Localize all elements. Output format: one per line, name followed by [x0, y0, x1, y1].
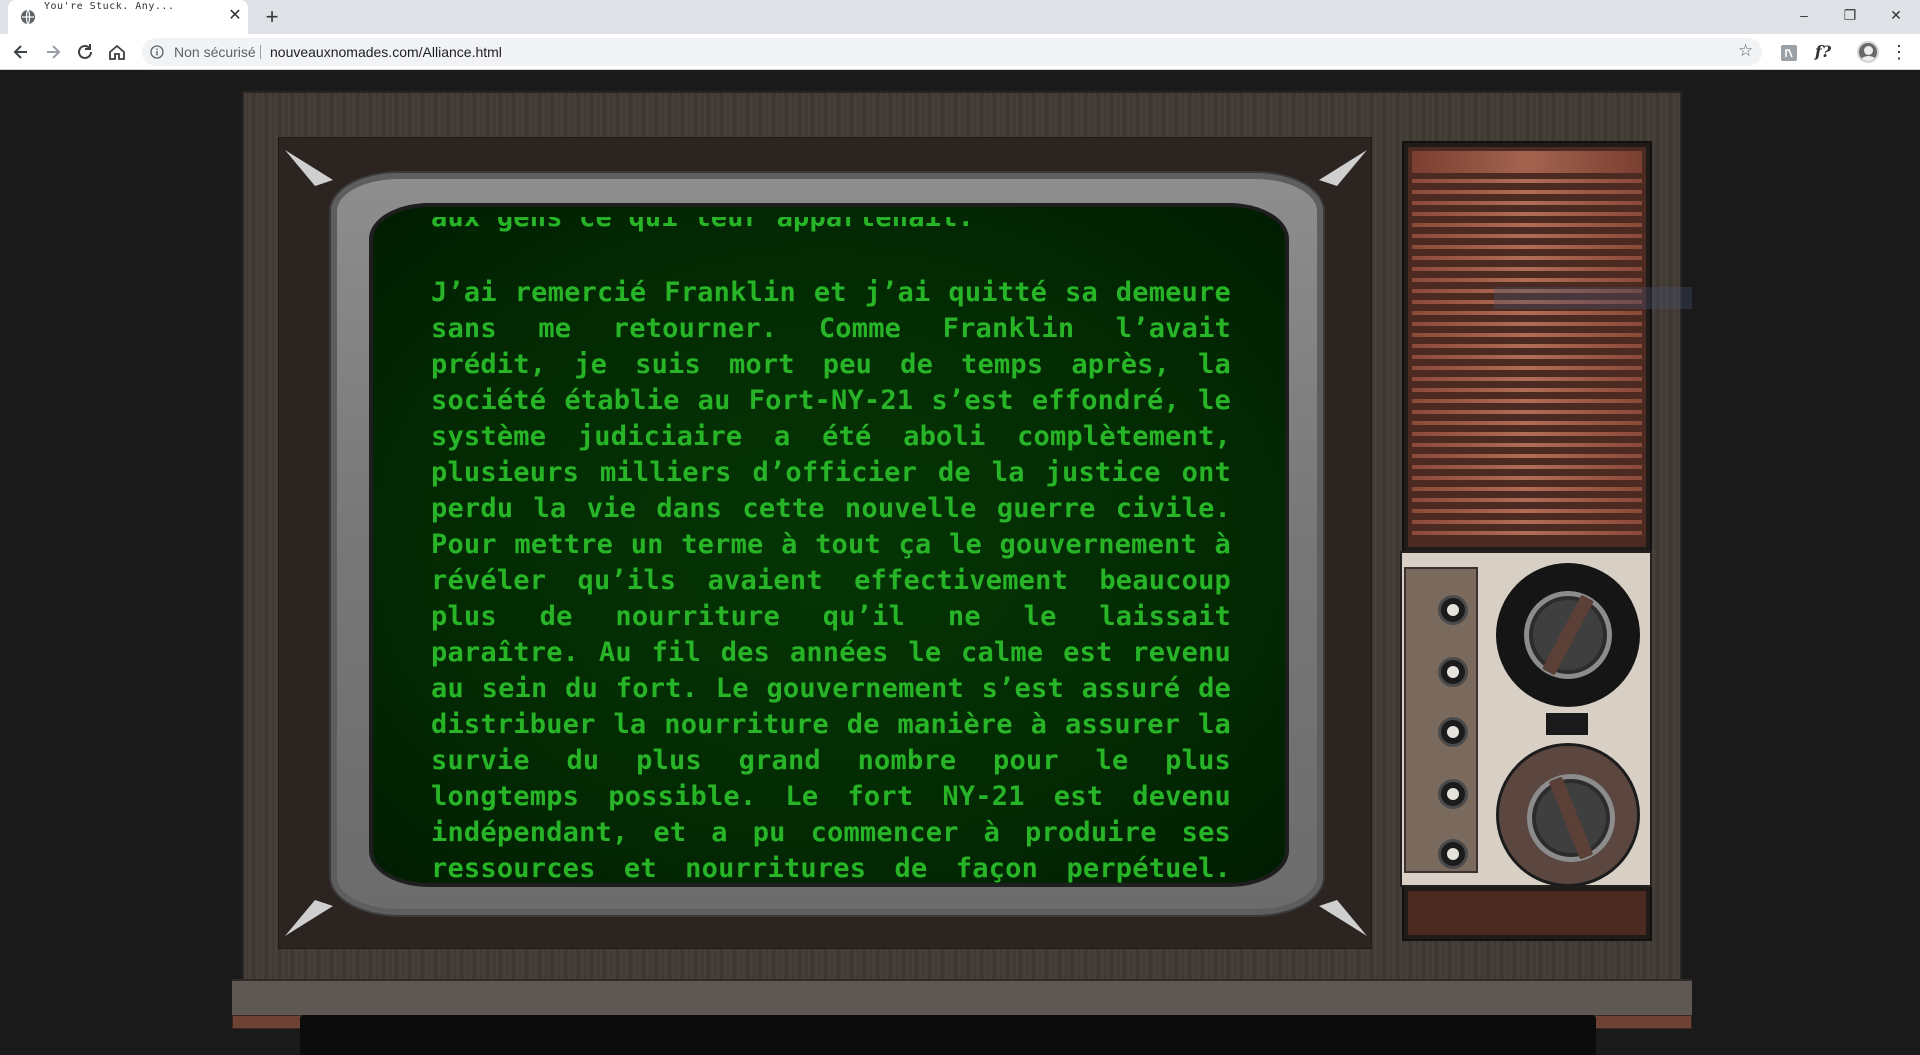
home-icon[interactable] — [106, 41, 128, 63]
grille-slat — [1412, 509, 1642, 513]
grille-slat — [1412, 256, 1642, 260]
info-icon[interactable] — [150, 45, 164, 59]
tv-control-panel — [1400, 141, 1652, 941]
restore-button[interactable]: ❐ — [1832, 4, 1868, 28]
panel-indicator — [1546, 713, 1588, 735]
grille-slat — [1412, 212, 1642, 216]
grille-slat — [1412, 190, 1642, 194]
new-tab-button[interactable]: + — [260, 6, 284, 30]
story-cut-line: aux gens ce qui leur appartenait. — [431, 217, 1231, 243]
grille-slat — [1412, 267, 1642, 271]
story-text: aux gens ce qui leur appartenait. J’ai r… — [431, 207, 1231, 884]
tab-title: You're Stuck. Any... — [44, 2, 175, 12]
tab-strip: You're Stuck. Any... ✕ + – ❐ ✕ — [0, 0, 1920, 34]
small-knob-3[interactable] — [1438, 717, 1468, 747]
small-knob-2[interactable] — [1438, 657, 1468, 687]
grille-slat — [1412, 366, 1642, 370]
faded-overlay — [1494, 287, 1692, 309]
tab-close-button[interactable]: ✕ — [226, 7, 244, 25]
grille-slat — [1412, 465, 1642, 469]
url-text[interactable]: nouveauxnomades.com/Alliance.html — [270, 38, 502, 66]
small-knob-5[interactable] — [1438, 839, 1468, 869]
security-label[interactable]: Non sécurisé — [174, 38, 256, 66]
volume-knob[interactable] — [1496, 743, 1640, 887]
grille-slat — [1412, 377, 1642, 381]
small-knob-4[interactable] — [1438, 779, 1468, 809]
window-close-button[interactable]: ✕ — [1878, 4, 1914, 28]
tv-bezel: aux gens ce qui leur appartenait. J’ai r… — [278, 137, 1372, 949]
bezel-corner-top-left — [285, 150, 333, 186]
grille-slat — [1412, 355, 1642, 359]
browser-menu-button[interactable]: ⋮ — [1890, 40, 1908, 64]
grille-slat — [1412, 333, 1642, 337]
grille-slat — [1412, 201, 1642, 205]
channel-knob[interactable] — [1496, 563, 1640, 707]
grille-slat — [1412, 454, 1642, 458]
button-strip — [1404, 567, 1478, 873]
grille-slat — [1412, 322, 1642, 326]
avatar-icon[interactable] — [1857, 41, 1879, 63]
crt-screen[interactable]: aux gens ce qui leur appartenait. J’ai r… — [369, 203, 1289, 887]
grille-slat — [1412, 531, 1642, 535]
grille-slat — [1412, 410, 1642, 414]
arrow-left-icon[interactable] — [10, 41, 32, 63]
extension-icon[interactable] — [1778, 42, 1800, 64]
grille-slat — [1412, 443, 1642, 447]
grille-slat — [1412, 245, 1642, 249]
grille-slat — [1412, 498, 1642, 502]
story-paragraph: J’ai remercié Franklin et j’ai quitté sa… — [431, 277, 1231, 884]
grille-slat — [1412, 234, 1642, 238]
star-icon[interactable]: ☆ — [1738, 41, 1758, 61]
bezel-corner-bottom-right — [1319, 900, 1367, 936]
grille-slat — [1412, 520, 1642, 524]
grille-slat — [1412, 179, 1642, 183]
grille-slat — [1412, 421, 1642, 425]
address-separator — [260, 45, 261, 59]
bezel-corner-top-right — [1319, 150, 1367, 186]
lower-grille — [1408, 891, 1646, 935]
tv-base — [232, 979, 1692, 1019]
grille-top-bar — [1412, 151, 1642, 173]
grille-slat — [1412, 487, 1642, 491]
grille-slat — [1412, 476, 1642, 480]
reload-icon[interactable] — [74, 41, 96, 63]
lower-grille-bar — [1408, 891, 1646, 915]
minimize-button[interactable]: – — [1786, 4, 1822, 28]
grille-slat — [1412, 344, 1642, 348]
knob-panel — [1400, 551, 1652, 887]
grille-slat — [1412, 223, 1642, 227]
story-cut-line-text: aux gens ce qui leur appartenait. — [431, 217, 975, 233]
grille-slat — [1412, 388, 1642, 392]
small-knob-1[interactable] — [1438, 595, 1468, 625]
page-content: aux gens ce qui leur appartenait. J’ai r… — [0, 71, 1920, 1055]
grille-slat — [1412, 399, 1642, 403]
grille-slat — [1412, 311, 1642, 315]
browser-tab[interactable]: You're Stuck. Any... ✕ — [8, 0, 248, 34]
speaker-grille — [1408, 147, 1646, 547]
screen-frame: aux gens ce qui leur appartenait. J’ai r… — [329, 171, 1325, 917]
address-bar[interactable]: Non sécurisé nouveauxnomades.com/Allianc… — [142, 38, 1762, 66]
tv-stand — [300, 1015, 1596, 1055]
globe-icon — [21, 9, 35, 25]
browser-toolbar: Non sécurisé nouveauxnomades.com/Allianc… — [0, 34, 1920, 70]
extension-f-button[interactable]: f? — [1810, 40, 1836, 64]
arrow-right-icon[interactable] — [42, 41, 64, 63]
grille-slat — [1412, 278, 1642, 282]
grille-slat — [1412, 432, 1642, 436]
bezel-corner-bottom-left — [285, 900, 333, 936]
tv-cabinet: aux gens ce qui leur appartenait. J’ai r… — [242, 91, 1682, 981]
